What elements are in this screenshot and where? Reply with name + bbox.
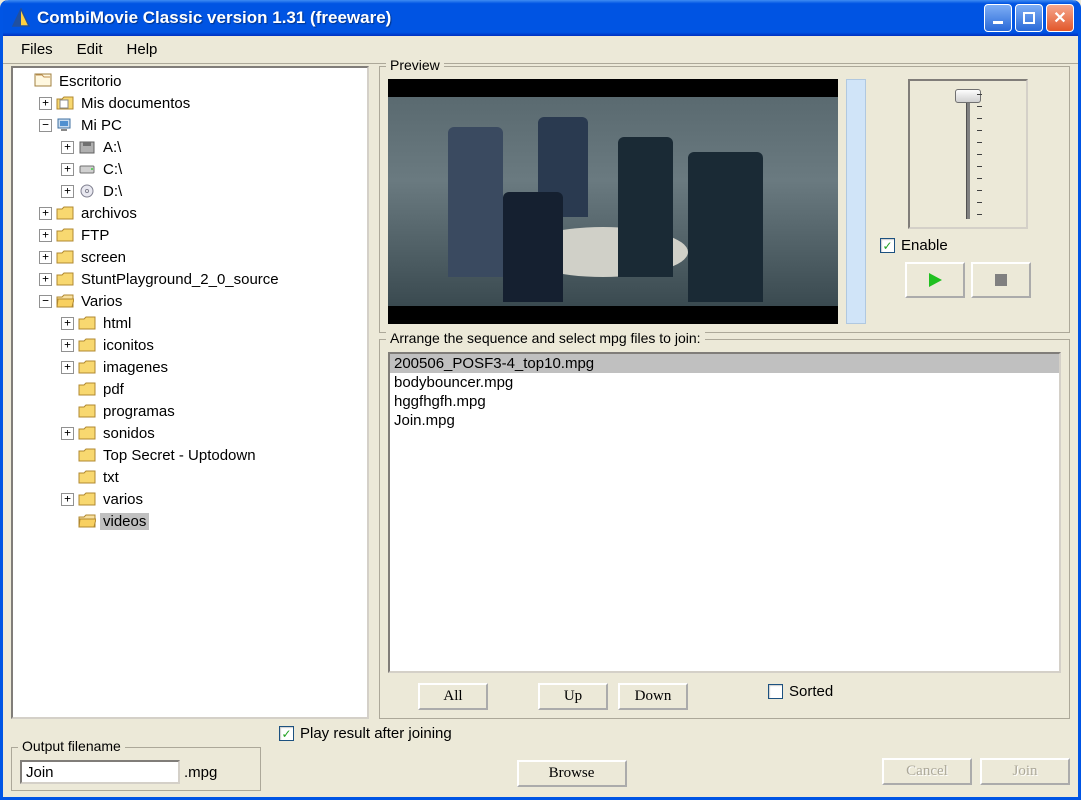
- tree-node-programas[interactable]: programas: [61, 400, 365, 422]
- folder-icon: [78, 447, 96, 463]
- file-item[interactable]: bodybouncer.mpg: [390, 373, 1059, 392]
- seek-slider[interactable]: [953, 89, 983, 219]
- output-ext: .mpg: [184, 764, 217, 781]
- computer-icon: [56, 117, 74, 133]
- sorted-checkbox[interactable]: [768, 684, 783, 699]
- seek-slider-box: [908, 79, 1028, 229]
- file-item[interactable]: Join.mpg: [390, 411, 1059, 430]
- all-button[interactable]: All: [418, 683, 488, 710]
- sorted-label: Sorted: [789, 683, 833, 700]
- window-title: CombiMovie Classic version 1.31 (freewar…: [37, 8, 984, 28]
- enable-label: Enable: [901, 237, 948, 254]
- output-filename-input[interactable]: Join: [20, 760, 180, 784]
- tree-node-c-drive[interactable]: +C:\: [61, 158, 365, 180]
- up-button[interactable]: Up: [538, 683, 608, 710]
- maximize-button[interactable]: [1015, 4, 1043, 32]
- preview-video[interactable]: [388, 79, 838, 324]
- browse-button[interactable]: Browse: [517, 760, 627, 787]
- file-list[interactable]: 200506_POSF3-4_top10.mpg bodybouncer.mpg…: [388, 352, 1061, 673]
- folder-icon: [56, 205, 74, 221]
- preview-label: Preview: [386, 57, 444, 73]
- enable-checkbox[interactable]: ✓: [880, 238, 895, 253]
- join-button[interactable]: Join: [980, 758, 1070, 785]
- stop-button[interactable]: [971, 262, 1031, 298]
- titlebar[interactable]: CombiMovie Classic version 1.31 (freewar…: [3, 0, 1078, 36]
- folder-icon: [56, 271, 74, 287]
- desktop-icon: [34, 73, 52, 89]
- tree-node-ftp[interactable]: +FTP: [39, 224, 365, 246]
- menu-edit[interactable]: Edit: [65, 38, 115, 61]
- enable-preview-row[interactable]: ✓ Enable: [880, 237, 948, 254]
- output-group: Output filename Join.mpg: [11, 747, 261, 791]
- play-result-checkbox[interactable]: ✓: [279, 726, 294, 741]
- preview-group: Preview: [379, 66, 1070, 333]
- app-window: CombiMovie Classic version 1.31 (freewar…: [0, 0, 1081, 800]
- folder-tree[interactable]: Escritorio +Mis documentos −Mi PC +A:\ +…: [11, 66, 369, 719]
- preview-scrollbar[interactable]: [846, 79, 866, 324]
- menubar: Files Edit Help: [3, 36, 1078, 64]
- tree-node-imagenes[interactable]: +imagenes: [61, 356, 365, 378]
- cancel-button[interactable]: Cancel: [882, 758, 972, 785]
- tree-node-stunt[interactable]: +StuntPlayground_2_0_source: [39, 268, 365, 290]
- tree-node-sonidos[interactable]: +sonidos: [61, 422, 365, 444]
- documents-icon: [56, 95, 74, 111]
- tree-node-documents[interactable]: +Mis documentos: [39, 92, 365, 114]
- tree-node-varios2[interactable]: +varios: [61, 488, 365, 510]
- tree-node-screen[interactable]: +screen: [39, 246, 365, 268]
- folder-icon: [78, 381, 96, 397]
- arrange-label: Arrange the sequence and select mpg file…: [386, 330, 705, 346]
- menu-files[interactable]: Files: [9, 38, 65, 61]
- output-label: Output filename: [18, 738, 125, 754]
- sorted-row[interactable]: Sorted: [768, 683, 833, 700]
- folder-icon: [78, 425, 96, 441]
- folder-icon: [78, 403, 96, 419]
- tree-node-d-drive[interactable]: +D:\: [61, 180, 365, 202]
- tree-node-txt[interactable]: txt: [61, 466, 365, 488]
- tree-node-mypc[interactable]: −Mi PC: [39, 114, 365, 136]
- down-button[interactable]: Down: [618, 683, 688, 710]
- tree-node-varios[interactable]: −Varios: [39, 290, 365, 312]
- folder-icon: [78, 469, 96, 485]
- tree-node-archivos[interactable]: +archivos: [39, 202, 365, 224]
- minimize-button[interactable]: [984, 4, 1012, 32]
- tree-node-pdf[interactable]: pdf: [61, 378, 365, 400]
- menu-help[interactable]: Help: [115, 38, 170, 61]
- hdd-icon: [78, 161, 96, 177]
- play-result-row[interactable]: ✓ Play result after joining: [279, 725, 452, 742]
- tree-node-iconitos[interactable]: +iconitos: [61, 334, 365, 356]
- tree-node-desktop[interactable]: Escritorio: [17, 70, 365, 92]
- app-icon: [11, 8, 31, 28]
- play-result-label: Play result after joining: [300, 725, 452, 742]
- slider-thumb[interactable]: [955, 89, 981, 103]
- tree-node-videos[interactable]: videos: [61, 510, 365, 532]
- floppy-icon: [78, 139, 96, 155]
- tree-node-a-drive[interactable]: +A:\: [61, 136, 365, 158]
- arrange-group: Arrange the sequence and select mpg file…: [379, 339, 1070, 719]
- tree-node-topsecret[interactable]: Top Secret - Uptodown: [61, 444, 365, 466]
- folder-open-icon: [78, 513, 96, 529]
- file-item[interactable]: hggfhgfh.mpg: [390, 392, 1059, 411]
- folder-icon: [78, 491, 96, 507]
- folder-open-icon: [56, 293, 74, 309]
- close-button[interactable]: ✕: [1046, 4, 1074, 32]
- play-button[interactable]: [905, 262, 965, 298]
- file-item[interactable]: 200506_POSF3-4_top10.mpg: [390, 354, 1059, 373]
- folder-icon: [78, 315, 96, 331]
- cd-icon: [78, 183, 96, 199]
- tree-node-html[interactable]: +html: [61, 312, 365, 334]
- folder-icon: [78, 359, 96, 375]
- folder-icon: [56, 249, 74, 265]
- folder-icon: [56, 227, 74, 243]
- window-controls: ✕: [984, 4, 1074, 32]
- folder-icon: [78, 337, 96, 353]
